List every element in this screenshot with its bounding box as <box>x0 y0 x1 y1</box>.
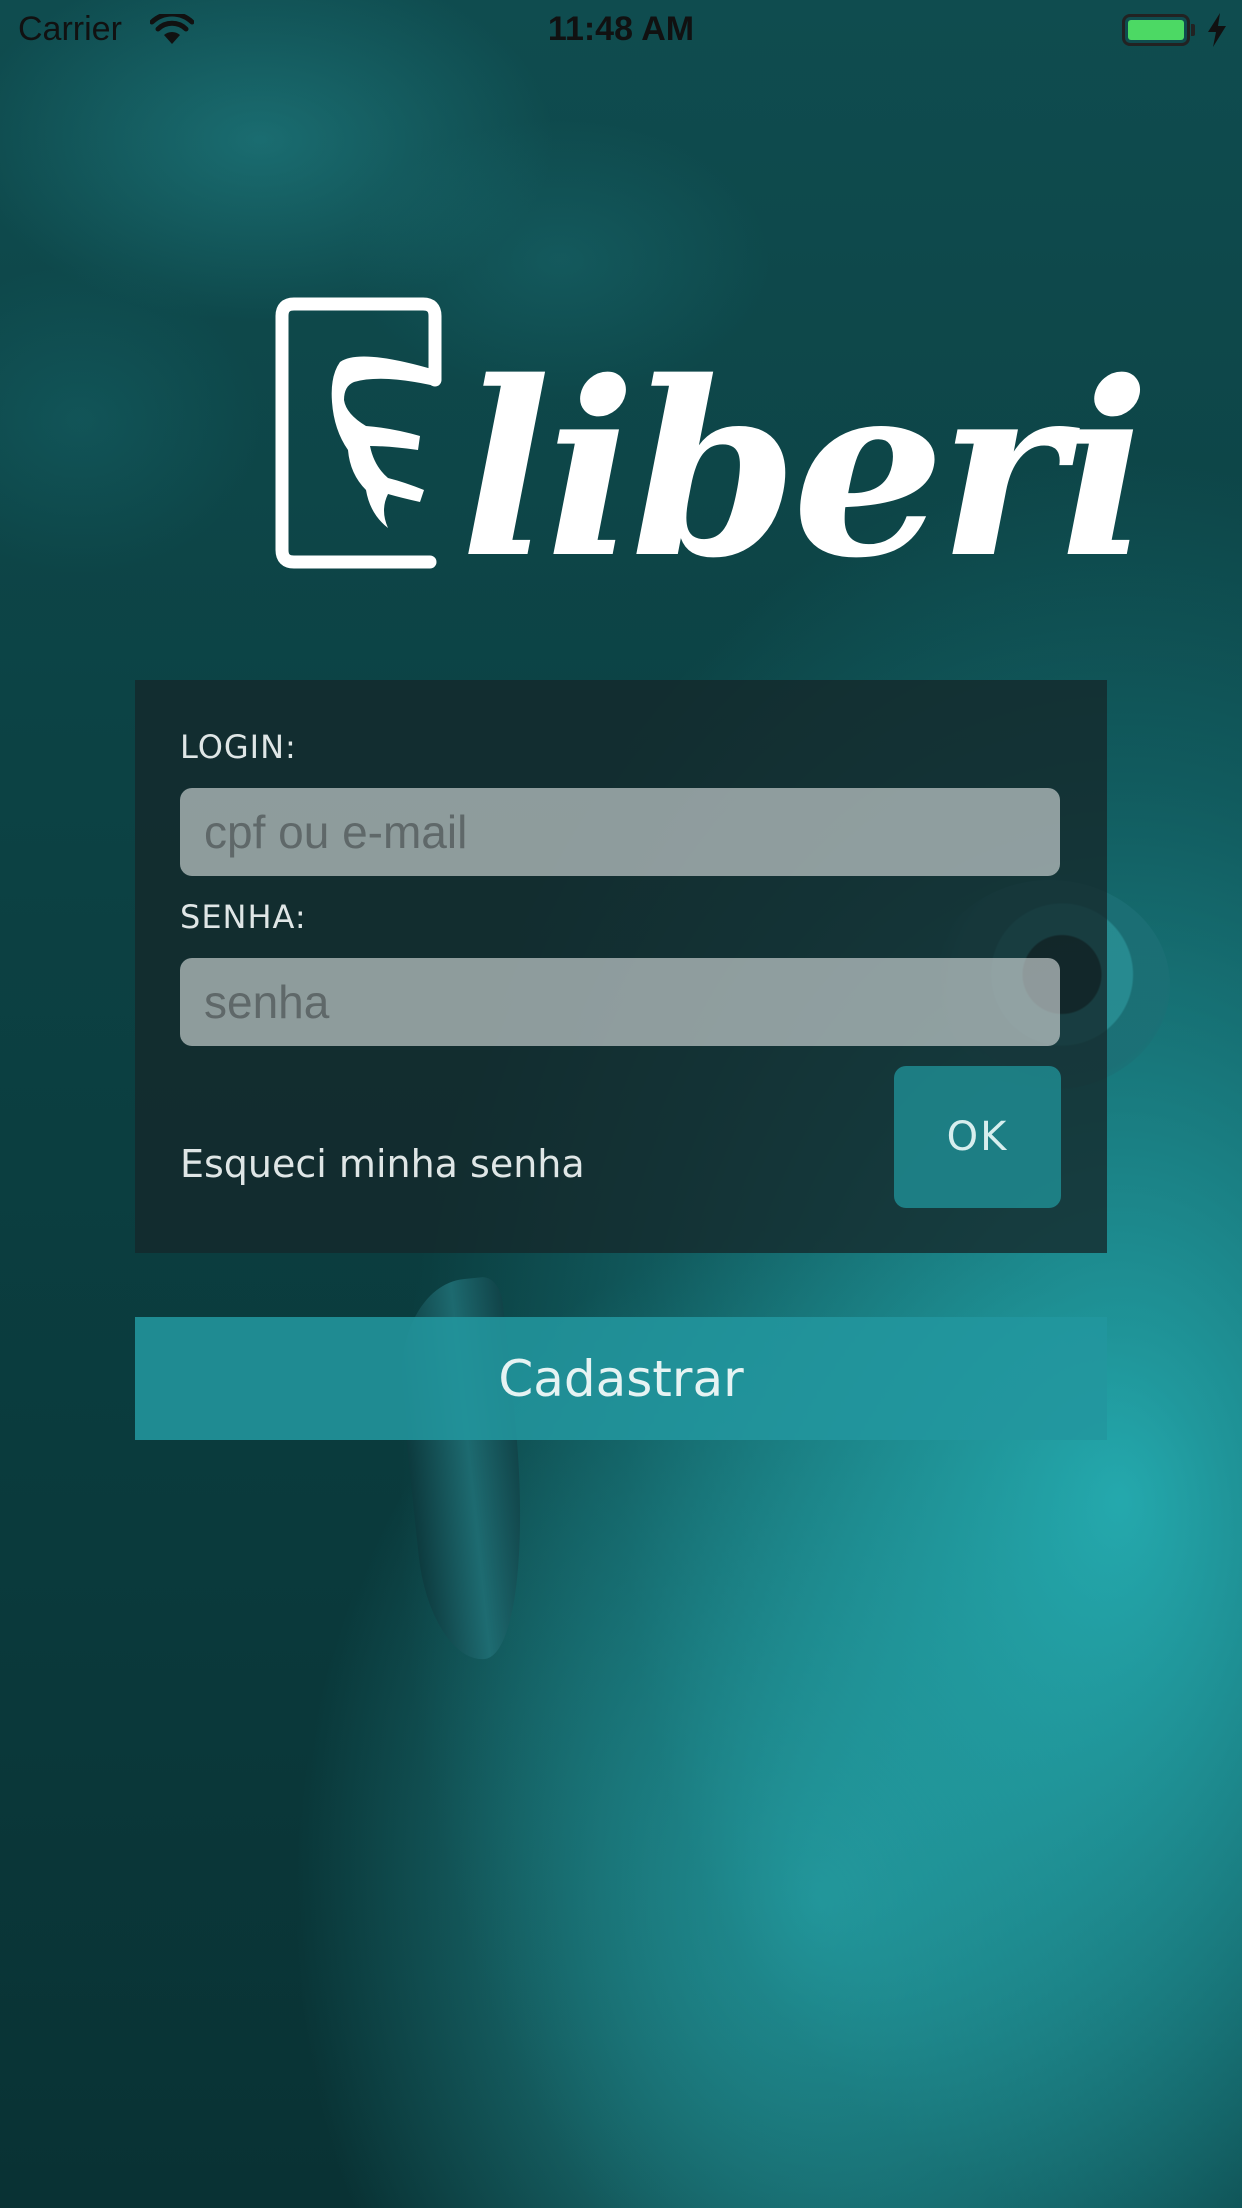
login-input[interactable] <box>202 804 1038 860</box>
bolt-icon <box>1208 13 1226 47</box>
login-field[interactable] <box>180 788 1060 876</box>
ok-button[interactable]: OK <box>894 1066 1061 1208</box>
logo-wordmark: liberi <box>460 329 1150 611</box>
clock-label: 11:48 AM <box>547 10 695 48</box>
forgot-password-link[interactable]: Esqueci minha senha <box>180 1142 585 1186</box>
login-screen: Carrier 11:48 AM liberi LOGIN: SENHA: Es… <box>0 0 1242 2208</box>
status-bar: Carrier 11:48 AM <box>0 0 1242 60</box>
battery-icon <box>1122 14 1190 46</box>
register-button[interactable]: Cadastrar <box>135 1317 1107 1440</box>
password-input[interactable] <box>202 974 1038 1030</box>
password-label: SENHA: <box>180 898 307 936</box>
book-hand-icon <box>275 297 442 569</box>
login-card: LOGIN: SENHA: Esqueci minha senha OK <box>135 680 1107 1253</box>
password-field[interactable] <box>180 958 1060 1046</box>
login-label: LOGIN: <box>180 728 297 766</box>
app-logo: liberi <box>270 290 1150 590</box>
battery-nub <box>1191 24 1195 36</box>
